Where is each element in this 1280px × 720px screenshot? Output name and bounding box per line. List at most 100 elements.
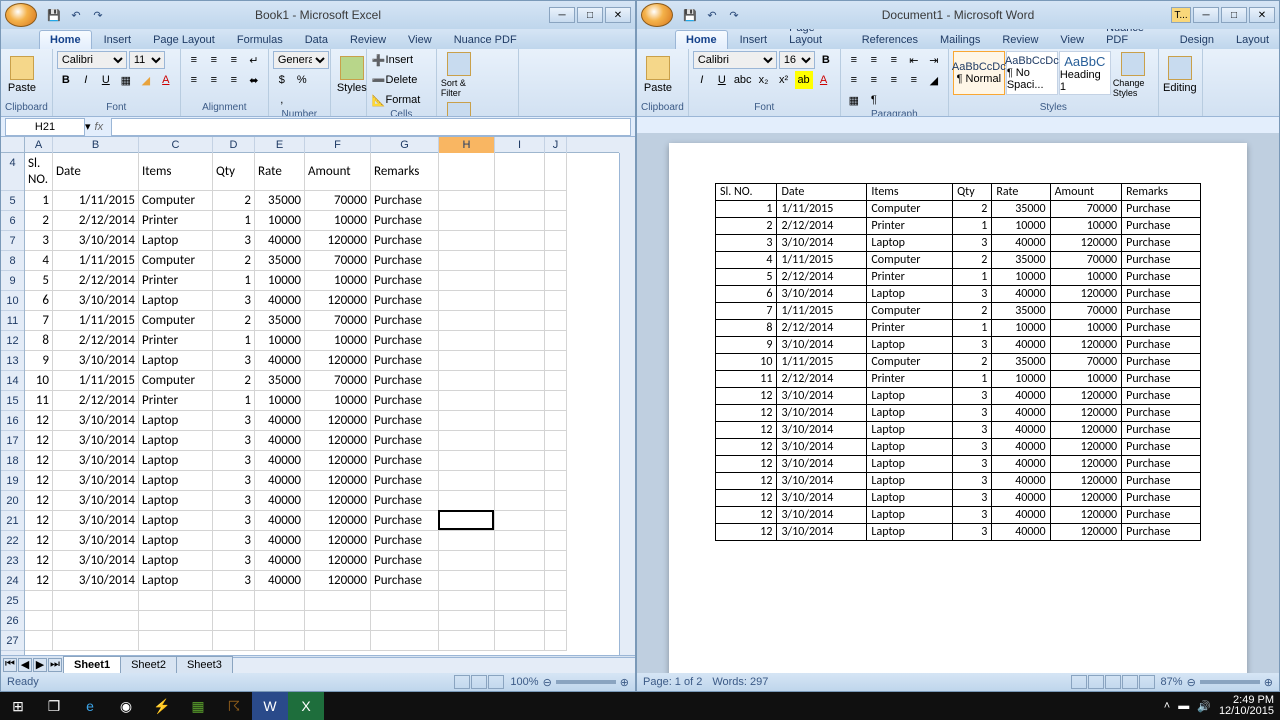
windows-taskbar[interactable]: ⊞ ❐ e ◉ ⚡ ▦ ☈ W X ˄ ▬ 🔊 2:49 PM 12/10/20…: [0, 692, 1280, 720]
borders-button[interactable]: ▦: [845, 91, 863, 109]
numbering-button[interactable]: ≡: [865, 51, 883, 69]
zoom-out-button[interactable]: ⊖: [1187, 676, 1196, 689]
bold-button[interactable]: B: [817, 51, 835, 69]
style-normal[interactable]: AaBbCcDc¶ Normal: [953, 51, 1005, 95]
align-bot-button[interactable]: ≡: [225, 51, 243, 69]
close-button[interactable]: ✕: [605, 7, 631, 23]
wrap-button[interactable]: ↵: [245, 51, 263, 69]
formula-input[interactable]: [111, 118, 631, 136]
system-clock[interactable]: 2:49 PM 12/10/2015: [1219, 695, 1274, 717]
tab-nav-next-icon[interactable]: ▶: [33, 658, 47, 672]
tab-mailings[interactable]: Mailings: [930, 31, 990, 49]
indent-dec-button[interactable]: ⇤: [905, 51, 923, 69]
tab-view[interactable]: View: [1050, 31, 1094, 49]
paste-button[interactable]: Paste: [5, 51, 39, 99]
app-icon[interactable]: ⚡: [144, 692, 180, 720]
tab-home[interactable]: Home: [675, 30, 728, 49]
sheet-tab-sheet3[interactable]: Sheet3: [176, 656, 233, 674]
tab-design[interactable]: Design: [1170, 31, 1224, 49]
bullets-button[interactable]: ≡: [845, 51, 863, 69]
change-styles-button[interactable]: Change Styles: [1113, 51, 1153, 99]
underline-button[interactable]: U: [713, 71, 731, 89]
underline-button[interactable]: U: [97, 71, 115, 89]
fontsize-select[interactable]: 16: [779, 51, 815, 69]
tray-volume-icon[interactable]: 🔊: [1197, 700, 1211, 713]
zoom-level[interactable]: 100%: [510, 676, 538, 688]
superscript-button[interactable]: x²: [775, 71, 793, 89]
tab-insert[interactable]: Insert: [730, 31, 778, 49]
fill-color-button[interactable]: ◢: [137, 71, 155, 89]
close-button[interactable]: ✕: [1249, 7, 1275, 23]
task-view-icon[interactable]: ❐: [36, 692, 72, 720]
highlight-button[interactable]: ab: [795, 71, 813, 89]
minimize-button[interactable]: ─: [549, 7, 575, 23]
styles-button[interactable]: Styles: [335, 51, 369, 99]
delete-cells-button[interactable]: ➖ Delete: [371, 71, 431, 89]
status-words[interactable]: Words: 297: [712, 676, 768, 688]
maximize-button[interactable]: □: [1221, 7, 1247, 23]
spreadsheet-cells[interactable]: Sl. NO.DateItemsQtyRateAmountRemarks11/1…: [25, 153, 619, 655]
font-select[interactable]: Calibri: [693, 51, 777, 69]
tab-nav-last-icon[interactable]: ⏭: [48, 658, 62, 672]
italic-button[interactable]: I: [77, 71, 95, 89]
zoom-out-button[interactable]: ⊖: [543, 676, 552, 689]
format-cells-button[interactable]: 📐 Format: [371, 91, 431, 109]
excel-titlebar[interactable]: 💾 ↶ ↷ Book1 - Microsoft Excel ─ □ ✕: [1, 1, 635, 29]
tab-references[interactable]: References: [852, 31, 928, 49]
minimize-button[interactable]: ─: [1193, 7, 1219, 23]
start-button[interactable]: ⊞: [0, 692, 36, 720]
sort-filter-button[interactable]: Sort & Filter: [441, 51, 477, 99]
tab-layout[interactable]: Layout: [1226, 31, 1279, 49]
tab-nav-prev-icon[interactable]: ◀: [18, 658, 32, 672]
word-titlebar[interactable]: 💾 ↶ ↷ Document1 - Microsoft Word T... ─ …: [637, 1, 1279, 29]
tab-formulas[interactable]: Formulas: [227, 31, 293, 49]
name-box[interactable]: H21: [5, 118, 85, 136]
style-nospacing[interactable]: AaBbCcDc¶ No Spaci...: [1006, 51, 1058, 95]
draft-button[interactable]: [1139, 675, 1155, 689]
tab-data[interactable]: Data: [295, 31, 338, 49]
normal-view-button[interactable]: [454, 675, 470, 689]
paste-button[interactable]: Paste: [641, 51, 675, 99]
shading-button[interactable]: ◢: [925, 71, 943, 89]
save-icon[interactable]: 💾: [680, 5, 700, 25]
tab-nav-first-icon[interactable]: ⏮: [3, 658, 17, 672]
status-page[interactable]: Page: 1 of 2: [643, 676, 702, 688]
merge-button[interactable]: ⬌: [245, 71, 263, 89]
style-heading1[interactable]: AaBbCHeading 1: [1059, 51, 1111, 95]
fullscreen-reading-button[interactable]: [1088, 675, 1104, 689]
zoom-slider[interactable]: [1200, 680, 1260, 684]
align-left-button[interactable]: ≡: [185, 71, 203, 89]
zoom-level[interactable]: 87%: [1161, 676, 1183, 688]
row-headers[interactable]: 4567891011121314151617181920212223242526…: [1, 153, 25, 655]
zoom-slider[interactable]: [556, 680, 616, 684]
strike-button[interactable]: abc: [733, 71, 753, 89]
edge-icon[interactable]: e: [72, 692, 108, 720]
undo-icon[interactable]: ↶: [66, 5, 86, 25]
align-top-button[interactable]: ≡: [185, 51, 203, 69]
multilevel-button[interactable]: ≡: [885, 51, 903, 69]
select-all-corner[interactable]: [1, 137, 25, 153]
zoom-in-button[interactable]: ⊕: [1264, 676, 1273, 689]
sheet-tab-sheet2[interactable]: Sheet2: [120, 656, 177, 674]
app-icon[interactable]: ☈: [216, 692, 252, 720]
undo-icon[interactable]: ↶: [702, 5, 722, 25]
word-table[interactable]: Sl. NO.DateItemsQtyRateAmountRemarks11/1…: [715, 183, 1201, 541]
tab-view[interactable]: View: [398, 31, 442, 49]
border-button[interactable]: ▦: [117, 71, 135, 89]
comma-button[interactable]: ,: [273, 91, 291, 109]
print-layout-button[interactable]: [1071, 675, 1087, 689]
word-document-area[interactable]: Sl. NO.DateItemsQtyRateAmountRemarks11/1…: [637, 133, 1279, 673]
word-taskbar-icon[interactable]: W: [252, 692, 288, 720]
tray-network-icon[interactable]: ▬: [1178, 700, 1189, 712]
redo-icon[interactable]: ↷: [88, 5, 108, 25]
font-select[interactable]: Calibri: [57, 51, 127, 69]
chrome-icon[interactable]: ◉: [108, 692, 144, 720]
vertical-scrollbar[interactable]: [619, 153, 635, 655]
web-layout-button[interactable]: [1105, 675, 1121, 689]
tab-review[interactable]: Review: [992, 31, 1048, 49]
tab-page-layout[interactable]: Page Layout: [143, 31, 225, 49]
align-mid-button[interactable]: ≡: [205, 51, 223, 69]
font-color-button[interactable]: A: [815, 71, 833, 89]
column-headers[interactable]: ABCDEFGHIJ: [25, 137, 619, 153]
align-justify-button[interactable]: ≡: [905, 71, 923, 89]
